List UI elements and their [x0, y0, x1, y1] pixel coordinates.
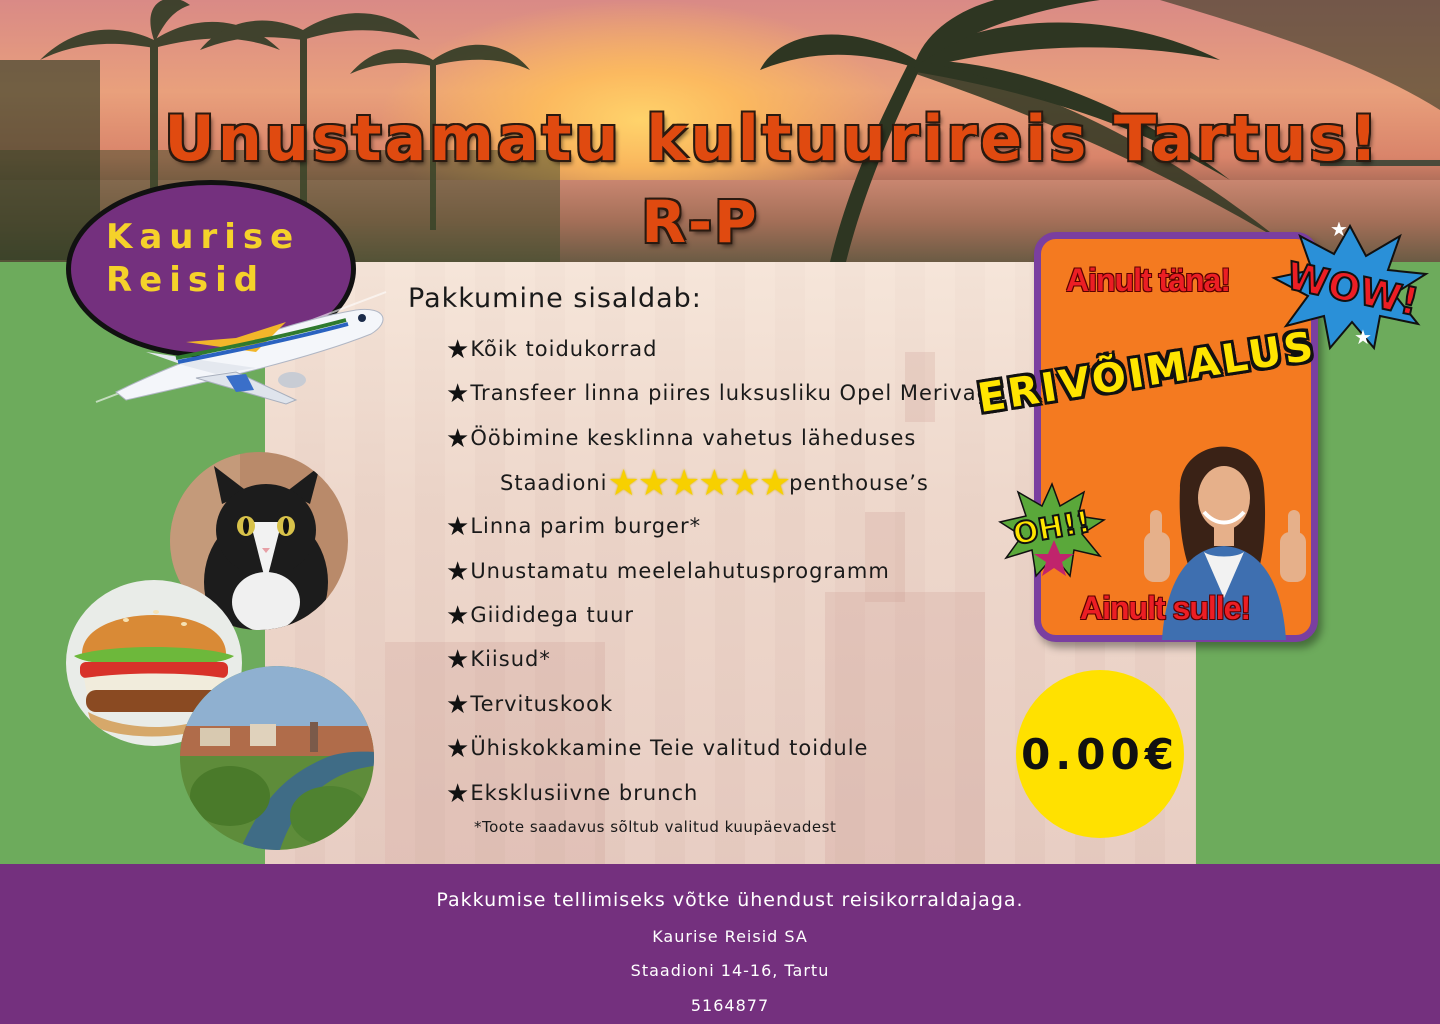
star-icon: ★ — [446, 690, 471, 720]
footer-cta: Pakkumise tellimiseks võtke ühendust rei… — [436, 889, 1024, 911]
list-item-label: Ööbimine kesklinna vahetus läheduses — [470, 426, 917, 450]
footer-phone: 5164877 — [690, 996, 770, 1015]
sparkle-icon: ★ — [1354, 325, 1372, 349]
only-for-you-label: Ainult sulle! — [1080, 590, 1251, 626]
star-icon: ★ — [446, 601, 471, 631]
list-item: ★Tervituskook — [446, 690, 613, 720]
price-value: 0.00€ — [1021, 730, 1179, 779]
list-item-label: Eksklusiivne brunch — [470, 781, 699, 805]
list-item-label: Linna parim burger* — [470, 514, 702, 538]
footer-company: Kaurise Reisid SA — [652, 927, 808, 946]
oh-burst-icon: OH!! — [998, 482, 1107, 578]
list-heading: Pakkumine sisaldab: — [408, 283, 702, 314]
star-icon: ★ — [446, 512, 471, 542]
star-icon: ★ — [446, 424, 471, 454]
stars-line-before: Staadioni — [500, 471, 608, 495]
list-item-label: Transfeer linna piires luksusliku Opel M… — [470, 381, 1005, 405]
list-item: ★Transfeer linna piires luksusliku Opel … — [446, 379, 1005, 409]
logo-line-1: Kaurise — [106, 217, 301, 257]
star-icon: ★ — [446, 779, 471, 809]
list-item: ★Giididega tuur — [446, 601, 634, 631]
list-item-label: Unustamatu meelelahutusprogramm — [470, 559, 890, 583]
stars-line-after: penthouse’s — [789, 471, 929, 495]
list-item-label: Kõik toidukorrad — [470, 337, 658, 361]
star-icon: ★ — [446, 645, 471, 675]
stars-line: Staadioni★★★★★★penthouse’s — [500, 463, 929, 504]
tartu-river-photo — [180, 666, 374, 850]
footnote: *Toote saadavus sõltub valitud kuupäevad… — [474, 818, 837, 836]
list-item-label: Giididega tuur — [470, 603, 635, 627]
list-item-label: Ühiskokkamine Teie valitud toidule — [470, 736, 869, 760]
star-icon: ★ — [446, 734, 471, 764]
list-item-label: Kiisud* — [470, 647, 551, 671]
sparkle-icon: ★ — [1330, 222, 1348, 241]
footer-address: Staadioni 14-16, Tartu — [630, 961, 830, 980]
list-item: ★Ühiskokkamine Teie valitud toidule — [446, 734, 868, 764]
only-today-label: Ainult täna! — [1066, 262, 1231, 298]
list-item-label: Tervituskook — [470, 692, 614, 716]
star-icon: ★ — [446, 379, 471, 409]
airplane-icon — [95, 291, 387, 405]
star-icon: ★ — [446, 335, 471, 365]
list-item: ★Eksklusiivne brunch — [446, 779, 698, 809]
rating-stars-icon: ★★★★★★ — [607, 463, 791, 504]
list-item: ★Kõik toidukorrad — [446, 335, 657, 365]
page-title: Unustamatu kultuurireis Tartus! — [164, 102, 1381, 175]
list-item: ★Kiisud* — [446, 645, 551, 675]
contact-footer: Pakkumise tellimiseks võtke ühendust rei… — [0, 864, 1440, 1024]
list-item: ★Unustamatu meelelahutusprogramm — [446, 557, 890, 587]
list-item: ★Ööbimine kesklinna vahetus läheduses — [446, 424, 916, 454]
list-item: ★Linna parim burger* — [446, 512, 701, 542]
star-icon: ★ — [446, 557, 471, 587]
